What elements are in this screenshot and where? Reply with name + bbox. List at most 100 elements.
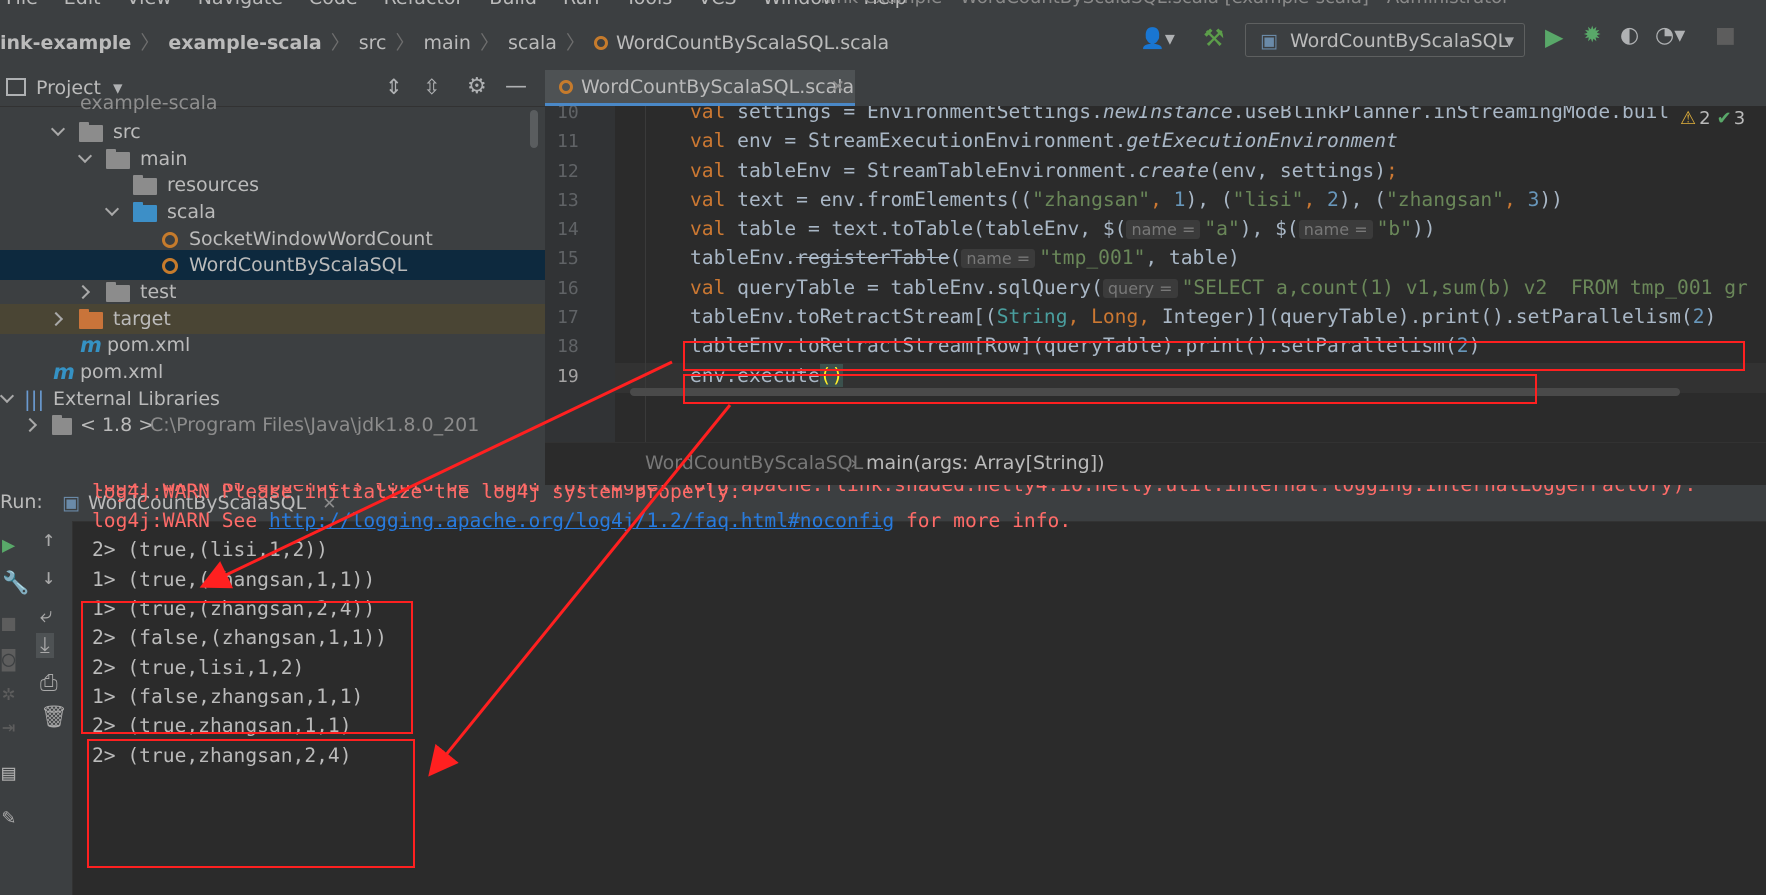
tree-item-scala[interactable]: scala [0, 197, 545, 227]
pin-icon[interactable]: ✎ [2, 805, 15, 830]
chevron-down-icon[interactable] [50, 121, 66, 137]
keyword: val [690, 106, 726, 123]
application-icon: ▣ [1260, 30, 1278, 52]
scroll-to-end-icon[interactable]: ⤓ [36, 633, 54, 658]
tree-item-pom-root[interactable]: m pom.xml [0, 357, 545, 387]
warning-count: 2 [1699, 108, 1711, 129]
menu-code[interactable]: Code [309, 0, 358, 9]
profiler-icon[interactable]: ◔▾ [1655, 23, 1685, 48]
close-icon[interactable]: ✕ [831, 70, 845, 104]
parameter-hint: name = [1298, 220, 1373, 239]
exit-icon[interactable]: ⇥ [2, 715, 15, 740]
code-line-19: env.execute() [690, 364, 844, 387]
camera-icon[interactable]: ◙ [2, 647, 15, 672]
code-line-17: tableEnv.toRetractStream[(String, Long, … [690, 305, 1716, 328]
breadcrumb: ink-example 〉 example-scala 〉 src 〉 main 〉 scala… [0, 28, 889, 55]
breadcrumb-module[interactable]: example-scala [168, 32, 321, 54]
tree-item-src[interactable]: src [0, 117, 545, 147]
run-icon[interactable]: ▶ [1545, 23, 1563, 51]
menu-vcs[interactable]: VCS [698, 0, 736, 9]
soft-wrap-icon[interactable]: ⤶ [40, 603, 52, 628]
tree-item-wordcountbyscalasql[interactable]: WordCountByScalaSQL [0, 250, 545, 280]
chevron-right-icon[interactable] [48, 311, 64, 327]
code-text: ), ( [1338, 188, 1387, 211]
up-arrow-icon[interactable]: ↑ [42, 527, 55, 552]
log-text: log4j:WARN Please initialize the log4j s… [92, 480, 741, 503]
tree-item-label: scala [167, 201, 216, 223]
menu-tools[interactable]: Tools [625, 0, 672, 9]
breadcrumb-file[interactable]: WordCountByScalaSQL.scala [593, 32, 889, 54]
editor-tab[interactable]: WordCountByScalaSQL.scala ✕ [545, 70, 855, 106]
trash-icon[interactable]: 🗑 [40, 705, 68, 730]
tree-item-jdk[interactable]: < 1.8 > C:\Program Files\Java\jdk1.8.0_2… [0, 410, 545, 440]
settings-icon[interactable]: ✲ [2, 681, 15, 706]
type-name: Integer [1161, 305, 1245, 328]
deprecated-method: registerTable [796, 246, 950, 269]
project-scrollbar[interactable] [530, 110, 538, 148]
stop-icon[interactable]: ■ [1715, 23, 1736, 48]
line-number: 15 [557, 248, 579, 269]
folder-icon [79, 122, 103, 142]
breadcrumb-src[interactable]: src [359, 32, 387, 54]
chevron-right-icon[interactable] [22, 417, 38, 433]
code-editor[interactable]: 10 11 12 13 14 15 16 17 18 19 val settin… [545, 106, 1766, 442]
menu-refactor[interactable]: Refactor [384, 0, 464, 9]
tree-item-test[interactable]: test [0, 277, 545, 307]
build-hammer-icon[interactable]: ⚒ [1203, 24, 1225, 52]
user-icon[interactable]: 👤▾ [1140, 26, 1175, 50]
comma: , [1303, 188, 1328, 211]
chevron-down-icon[interactable] [104, 201, 120, 217]
coverage-icon[interactable]: ◐ [1620, 23, 1639, 48]
log4j-faq-link[interactable]: http://logging.apache.org/log4j/1.2/faq.… [269, 509, 894, 532]
tree-item-label: WordCountByScalaSQL [189, 254, 408, 276]
number-literal: 2 [1327, 188, 1339, 211]
code-text: tableEnv. [690, 246, 797, 269]
print-icon[interactable]: ⎙ [40, 671, 58, 696]
wrench-icon[interactable]: 🔧 [2, 571, 29, 596]
line-number-gutter [545, 106, 615, 442]
chevron-down-icon[interactable] [77, 148, 93, 164]
debug-icon[interactable]: ✹ [1583, 23, 1601, 48]
tree-item-resources[interactable]: resources [0, 170, 545, 200]
menu-view[interactable]: View [127, 0, 172, 9]
menu-navigate[interactable]: Navigate [198, 0, 283, 9]
comma: , [1150, 188, 1174, 211]
keyword: val [690, 188, 726, 211]
console-output-line: 1> (false,zhangsan,1,1) [92, 685, 364, 708]
comma: , [1138, 305, 1162, 328]
maven-icon: m [53, 360, 75, 384]
breadcrumb-main[interactable]: main [424, 32, 471, 54]
layout-icon[interactable]: ▤ [2, 761, 15, 786]
code-text: env.execute [690, 364, 820, 387]
menu-edit[interactable]: Edit [64, 0, 101, 9]
menu-build[interactable]: Build [489, 0, 537, 9]
parameter-hint: name = [1126, 220, 1201, 239]
crumb-method[interactable]: main(args: Array[String]) [866, 443, 1105, 483]
chevron-down-icon[interactable] [0, 388, 15, 404]
chevron-right-icon: 〉 [140, 32, 160, 54]
down-arrow-icon[interactable]: ↓ [42, 565, 55, 590]
code-line-15: tableEnv.registerTable(name = "tmp_001", … [690, 246, 1240, 269]
menu-file[interactable]: File [6, 0, 38, 9]
menu-run[interactable]: Run [563, 0, 599, 9]
string-literal: "lisi" [1232, 188, 1304, 211]
tree-item-pom-module[interactable]: m pom.xml [0, 330, 545, 360]
log-text: for more info. [894, 509, 1072, 532]
stop-icon[interactable]: ■ [2, 611, 15, 636]
rerun-icon[interactable]: ▶ [2, 533, 15, 558]
chevron-right-icon: 〉 [565, 32, 585, 54]
scala-object-icon [593, 36, 608, 50]
editor-horizontal-scrollbar[interactable] [630, 388, 1680, 396]
breadcrumb-project[interactable]: ink-example [0, 32, 131, 54]
chevron-right-icon[interactable] [75, 284, 91, 300]
breadcrumb-scala[interactable]: scala [508, 32, 557, 54]
code-line-10: val settings = EnvironmentSettings.newIn… [690, 106, 1669, 123]
run-configuration-select[interactable]: WordCountByScalaSQL ▣ ▾ [1245, 23, 1525, 57]
number-literal: 3 [1527, 188, 1540, 211]
crumb-object[interactable]: WordCountByScalaSQL [645, 443, 863, 483]
warning-icon: ⚠ [1680, 108, 1697, 129]
inspection-status[interactable]: ⚠ 2 ✔ 3 [1680, 108, 1745, 129]
line-number: 10 [557, 106, 579, 123]
application-icon: ▣ [62, 492, 80, 514]
matched-parentheses: () [819, 364, 844, 387]
